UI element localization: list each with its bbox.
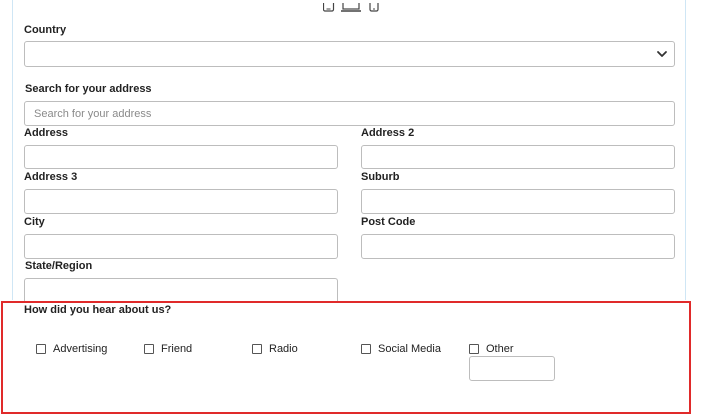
checkbox-social-media[interactable] xyxy=(361,344,371,354)
checkbox-friend[interactable] xyxy=(144,344,154,354)
option-advertising[interactable]: Advertising xyxy=(36,342,107,356)
state-region-label: State/Region xyxy=(25,260,93,272)
checkbox-advertising[interactable] xyxy=(36,344,46,354)
chevron-down-icon xyxy=(655,47,669,61)
address3-field[interactable] xyxy=(24,189,338,214)
option-other-label: Other xyxy=(486,343,514,355)
city-label: City xyxy=(24,216,45,228)
page: Country Search for your address Address … xyxy=(0,0,706,419)
address-field[interactable] xyxy=(24,145,338,169)
option-friend-label: Friend xyxy=(161,343,193,355)
postcode-field[interactable] xyxy=(361,234,675,259)
address-label: Address xyxy=(24,127,69,139)
checkbox-other[interactable] xyxy=(469,344,479,354)
postcode-label: Post Code xyxy=(361,216,416,228)
country-select[interactable] xyxy=(24,41,675,67)
option-social-media[interactable]: Social Media xyxy=(361,342,441,356)
search-address-input[interactable] xyxy=(24,101,675,126)
suburb-label: Suburb xyxy=(361,171,400,183)
checkbox-radio[interactable] xyxy=(252,344,262,354)
option-social-media-label: Social Media xyxy=(378,343,441,355)
city-field[interactable] xyxy=(24,234,338,259)
option-radio[interactable]: Radio xyxy=(252,342,298,356)
state-region-field[interactable] xyxy=(24,278,338,302)
hear-about-us-label: How did you hear about us? xyxy=(24,304,172,316)
suburb-field[interactable] xyxy=(361,189,675,214)
country-label: Country xyxy=(24,24,67,36)
search-address-label: Search for your address xyxy=(25,83,152,95)
address2-label: Address 2 xyxy=(361,127,415,139)
address3-label: Address 3 xyxy=(24,171,78,183)
other-text-field[interactable] xyxy=(469,356,555,381)
option-friend[interactable]: Friend xyxy=(144,342,192,356)
address2-field[interactable] xyxy=(361,145,675,169)
highlight-frame xyxy=(1,301,691,414)
option-other[interactable]: Other xyxy=(469,342,514,356)
option-radio-label: Radio xyxy=(269,343,298,355)
option-advertising-label: Advertising xyxy=(53,343,108,355)
